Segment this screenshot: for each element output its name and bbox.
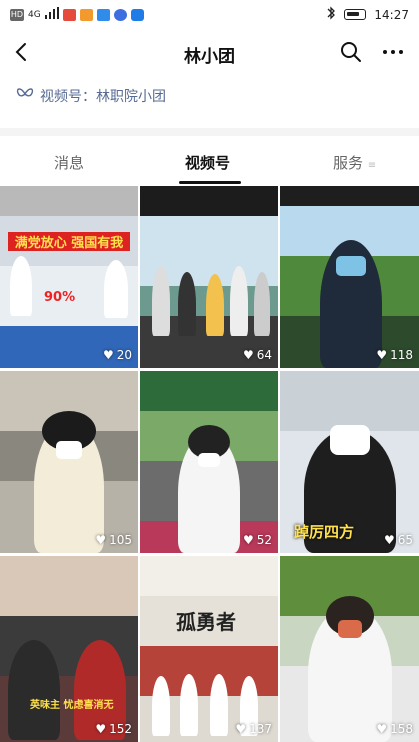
video-tile[interactable]: ♥ 105 <box>0 371 138 553</box>
bluetooth-icon <box>326 6 336 23</box>
heart-icon: ♥ <box>235 722 247 736</box>
signal-icon <box>44 7 59 22</box>
app-icon-5 <box>130 8 144 21</box>
hd-icon: HD <box>10 8 24 21</box>
status-right: 14:27 <box>326 6 409 23</box>
person-figure <box>178 272 196 336</box>
video-grid: 满党放心 强国有我 90% ♥20 ♥64 ♥118 ♥105 ♥52 <box>0 186 419 742</box>
face-mask <box>198 453 220 467</box>
heart-icon: ♥ <box>242 533 254 547</box>
battery-icon <box>344 9 367 20</box>
tab-active-indicator <box>179 181 241 184</box>
app-icon-4 <box>113 8 127 21</box>
app-icon-2 <box>79 8 93 21</box>
video-caption: 踔厉四方 <box>294 523 355 541</box>
video-caption: 英味主 忧虑喜消无 <box>30 700 114 711</box>
person-figure <box>206 274 224 336</box>
app-icon-3 <box>96 8 110 21</box>
video-caption: 满党放心 强国有我 <box>8 232 130 251</box>
video-tile[interactable]: ♥ 52 <box>140 371 278 553</box>
channel-label: 视频号：林职院小团 <box>40 89 166 105</box>
person-figure <box>8 640 60 740</box>
heart-icon: ♥ <box>95 722 107 736</box>
status-bar: HD 4G 14:27 <box>0 0 419 30</box>
heart-icon: ♥ <box>95 533 107 547</box>
face-mask <box>338 620 362 638</box>
video-tile[interactable]: ♥ 158 <box>280 556 419 742</box>
network-4g-icon: 4G <box>28 9 41 20</box>
person-figure <box>210 674 228 736</box>
video-tile[interactable]: 孤勇者 ♥ 137 <box>140 556 278 742</box>
tab-channels[interactable]: 视频号 <box>185 152 230 173</box>
tab-messages[interactable]: 消息 <box>54 152 84 173</box>
person-figure <box>152 676 170 736</box>
person-figure <box>254 272 270 336</box>
tab-bar: 消息 视频号 服务 ≡ <box>0 140 419 184</box>
tab-services-label: 服务 <box>333 154 364 172</box>
face-mask <box>330 425 370 455</box>
like-count: ♥ 65 <box>383 533 413 547</box>
like-count: ♥ 158 <box>376 722 413 736</box>
person-figure <box>10 256 32 316</box>
section-divider <box>0 128 419 136</box>
like-count: ♥ 20 <box>102 348 132 362</box>
tab-services[interactable]: 服务 ≡ <box>333 152 376 173</box>
like-count: ♥ 152 <box>95 722 132 736</box>
channels-butterfly-icon <box>16 87 34 105</box>
like-count: ♥ 105 <box>95 533 132 547</box>
nav-bar: 林小团 <box>0 30 419 78</box>
person-figure <box>230 266 248 336</box>
search-icon[interactable] <box>339 40 363 64</box>
heart-icon: ♥ <box>102 348 114 362</box>
heart-icon: ♥ <box>376 348 388 362</box>
like-count: ♥ 64 <box>242 348 272 362</box>
status-left-icons: HD 4G <box>10 7 144 22</box>
percent-mark: 90% <box>44 290 76 305</box>
status-time: 14:27 <box>374 7 409 22</box>
like-count: ♥ 118 <box>376 348 413 362</box>
heart-icon: ♥ <box>383 533 395 547</box>
face-mask <box>56 441 82 459</box>
video-tile[interactable]: 英味主 忧虑喜消无 ♥ 152 <box>0 556 138 742</box>
like-count: ♥ 52 <box>242 533 272 547</box>
video-tile[interactable]: 满党放心 强国有我 90% ♥ 20 <box>0 186 138 368</box>
video-tile[interactable]: ♥ 64 <box>140 186 278 368</box>
channel-link[interactable]: 视频号：林职院小团 <box>16 86 166 106</box>
video-tile[interactable]: 踔厉四方 ♥ 65 <box>280 371 419 553</box>
person-figure <box>180 674 198 736</box>
video-caption: 孤勇者 <box>176 610 236 634</box>
more-options-icon[interactable] <box>381 40 405 64</box>
video-tile[interactable]: ♥ 118 <box>280 186 419 368</box>
heart-icon: ♥ <box>242 348 254 362</box>
heart-icon: ♥ <box>376 722 388 736</box>
person-figure <box>152 266 170 336</box>
face-mask <box>336 256 366 276</box>
menu-lines-icon: ≡ <box>367 160 377 171</box>
like-count: ♥ 137 <box>235 722 272 736</box>
person-figure <box>104 260 128 318</box>
app-icon-1 <box>62 8 76 21</box>
